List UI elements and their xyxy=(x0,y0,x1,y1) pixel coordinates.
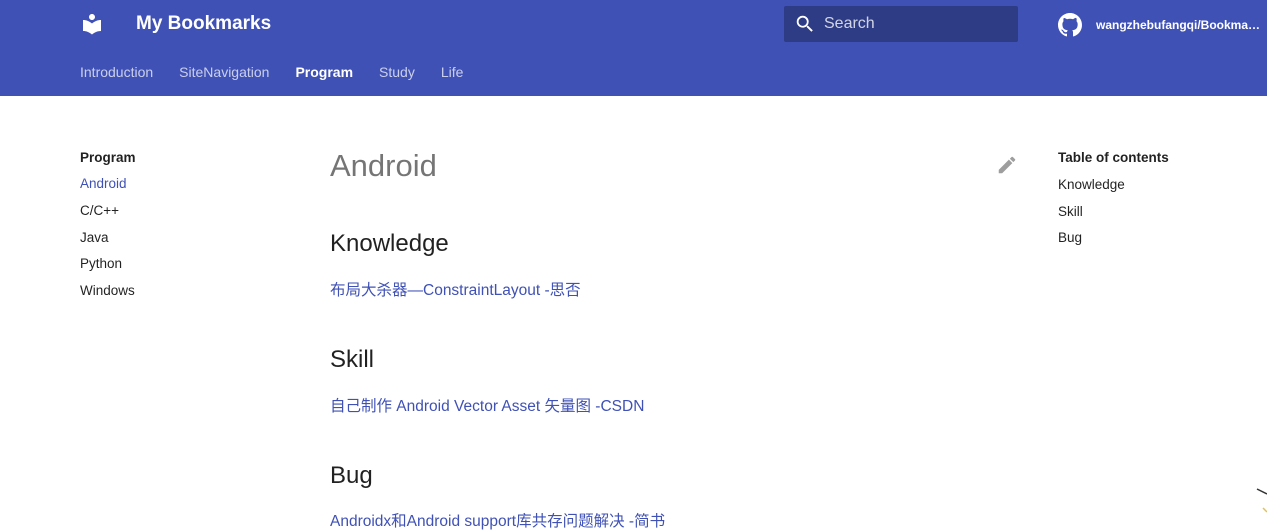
section-heading-bug: Bug xyxy=(330,462,373,489)
section-heading-knowledge: Knowledge xyxy=(330,230,449,257)
repo-link[interactable]: wangzhebufangqi/Bookmarks xyxy=(1058,12,1264,38)
pencil-icon[interactable] xyxy=(996,154,1018,176)
search-input[interactable] xyxy=(824,6,1014,42)
table-of-contents: Table of contents Knowledge Skill Bug xyxy=(1058,148,1248,255)
sidebar-nav: Program Android C/C++ Java Python Window… xyxy=(80,148,280,308)
tab-sitenavigation[interactable]: SiteNavigation xyxy=(179,62,269,82)
search-box[interactable] xyxy=(784,6,1018,42)
bookmark-link[interactable]: 自己制作 Android Vector Asset 矢量图 -CSDN xyxy=(330,397,644,417)
bookmark-link[interactable]: Androidx和Android support库共存问题解决 -简书 xyxy=(330,512,665,532)
section-heading-skill: Skill xyxy=(330,346,375,373)
sidebar-title: Program xyxy=(80,150,136,165)
toc-item-bug[interactable]: Bug xyxy=(1058,228,1248,248)
tab-life[interactable]: Life xyxy=(441,62,464,82)
main-content: Android Knowledge 布局大杀器—ConstraintLayout… xyxy=(330,140,1016,530)
toc-title: Table of contents xyxy=(1058,150,1169,165)
tab-program[interactable]: Program xyxy=(295,62,353,82)
tab-study[interactable]: Study xyxy=(379,62,415,82)
bookmark-link[interactable]: 布局大杀器—ConstraintLayout -思否 xyxy=(330,281,581,301)
sidebar-item-cpp[interactable]: C/C++ xyxy=(80,201,280,221)
sidebar-item-windows[interactable]: Windows xyxy=(80,281,280,301)
site-title[interactable]: My Bookmarks xyxy=(136,13,271,35)
github-icon xyxy=(1058,13,1082,37)
book-reader-icon[interactable] xyxy=(80,12,104,36)
sidebar-item-java[interactable]: Java xyxy=(80,228,280,248)
tab-introduction[interactable]: Introduction xyxy=(80,62,153,82)
toc-item-skill[interactable]: Skill xyxy=(1058,202,1248,222)
tab-bar: Introduction SiteNavigation Program Stud… xyxy=(80,62,489,82)
sidebar-item-android[interactable]: Android xyxy=(80,174,280,194)
corner-decoration xyxy=(1256,488,1267,513)
sidebar-item-python[interactable]: Python xyxy=(80,254,280,274)
search-icon xyxy=(796,15,813,32)
page-title: Android xyxy=(330,148,437,183)
header-bar: My Bookmarks wangzhebufangqi/Bookmarks I… xyxy=(0,0,1267,96)
toc-item-knowledge[interactable]: Knowledge xyxy=(1058,175,1248,195)
repo-name: wangzhebufangqi/Bookmarks xyxy=(1096,18,1264,32)
